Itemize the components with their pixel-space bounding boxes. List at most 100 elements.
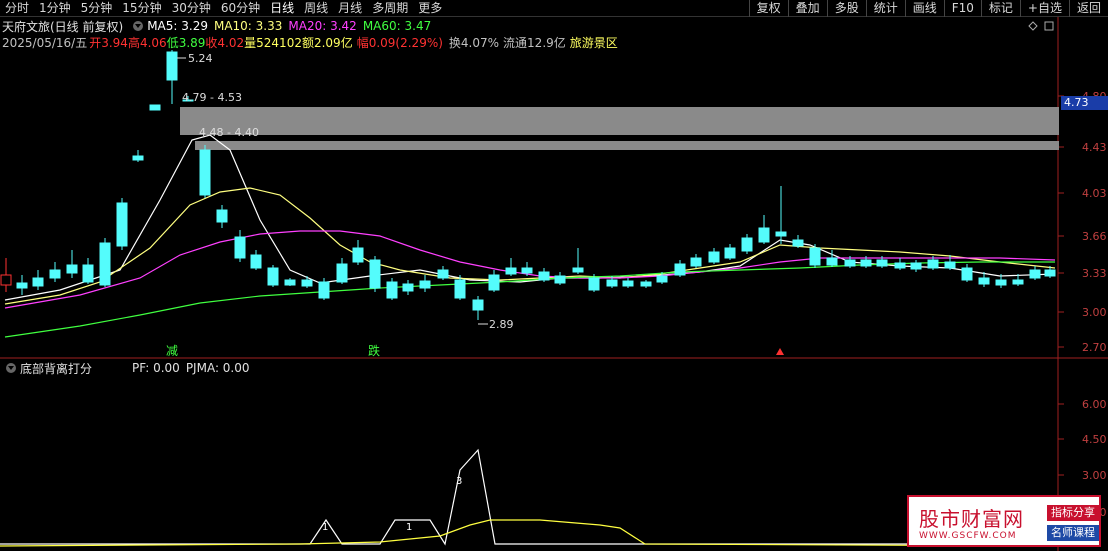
candle-body: [1044, 269, 1056, 277]
zone2-label: 4.48 - 4.40: [199, 126, 259, 139]
signal-mark-2: 跌: [368, 343, 380, 358]
candle-body: [505, 267, 517, 275]
candle-body: [894, 262, 906, 269]
watermark-title: 股市财富网: [919, 507, 1024, 531]
peak-label-2: 1: [406, 522, 412, 533]
signal-mark-1: 减: [166, 344, 178, 358]
candle-body: [216, 209, 228, 223]
upper-axis-label: 3.66: [1082, 230, 1107, 243]
candle-body: [927, 259, 939, 269]
candle-body: [876, 259, 888, 267]
indicator-dropdown-icon[interactable]: [6, 363, 16, 373]
pressure-zone-2: [195, 141, 1059, 150]
watermark-badge-share: 指标分享: [1047, 505, 1099, 521]
candle-body: [844, 259, 856, 267]
candle-body: [99, 242, 111, 286]
candle-body: [690, 257, 702, 267]
candle-body: [284, 279, 296, 286]
candle-body: [419, 280, 431, 289]
candle-body: [16, 282, 28, 289]
candle-body: [961, 267, 973, 281]
candle-body: [318, 281, 330, 299]
candle-body: [944, 261, 956, 269]
candle-body: [826, 257, 838, 266]
ma5-line: [4, 134, 1056, 301]
peak-label-1: 1: [322, 522, 328, 533]
watermark-badge-course: 名师课程: [1047, 525, 1099, 541]
candle-body: [49, 269, 61, 279]
lower-axis-label: 3.00: [1082, 469, 1107, 482]
candle-body: [0, 274, 12, 286]
candle-body: [588, 277, 600, 291]
candle-body: [775, 231, 787, 237]
signal-arrow-up: [776, 348, 784, 355]
candle-body: [149, 104, 161, 111]
candle-body: [521, 267, 533, 274]
candle-body: [234, 236, 246, 259]
candle-body: [132, 155, 144, 161]
candle-body: [758, 227, 770, 243]
ma10-line: [4, 187, 1056, 305]
candle-body: [82, 264, 94, 283]
candle-body: [978, 277, 990, 285]
candle-body: [554, 275, 566, 284]
low-label: 2.89: [489, 318, 514, 331]
candle-body: [860, 259, 872, 267]
candle-body: [369, 259, 381, 289]
watermark-url: WWW.GSCFW.COM: [919, 531, 1017, 541]
pjma-line: [0, 519, 1056, 547]
candle-body: [454, 279, 466, 299]
kline-chart[interactable]: 4.804.434.033.663.333.002.706.004.503.00…: [0, 0, 1108, 551]
candle-body: [250, 254, 262, 269]
high-label: 5.24: [188, 52, 213, 65]
zone1-label: 4.79 - 4.53: [182, 91, 242, 104]
candle-body: [352, 247, 364, 263]
upper-axis-label: 3.33: [1082, 267, 1107, 280]
candle-body: [488, 274, 500, 291]
candle-body: [199, 149, 211, 196]
peak-label-3: 3: [456, 476, 462, 487]
candle-body: [995, 279, 1007, 286]
candle-body: [606, 279, 618, 287]
upper-axis-label: 2.70: [1082, 341, 1107, 354]
indicator-name: 底部背离打分: [20, 361, 93, 376]
candle-body: [166, 51, 178, 81]
lower-axis-label: 4.50: [1082, 433, 1107, 446]
candle-body: [656, 275, 668, 283]
pressure-zone-1: [180, 107, 1059, 135]
candle-body: [792, 239, 804, 247]
candle-body: [572, 267, 584, 273]
candle-body: [267, 267, 279, 286]
candle-body: [116, 202, 128, 247]
candle-body: [336, 263, 348, 283]
upper-axis-label: 3.00: [1082, 306, 1107, 319]
candle-body: [1012, 279, 1024, 285]
watermark-logo: 股市财富网 WWW.GSCFW.COM 指标分享 名师课程: [907, 495, 1101, 547]
candle-body: [1029, 269, 1041, 279]
candle-body: [386, 281, 398, 299]
maximize-icon: [1044, 21, 1054, 31]
current-price-tag: 4.73: [1061, 96, 1108, 110]
lower-axis-label: 6.00: [1082, 398, 1107, 411]
candle-body: [402, 283, 414, 292]
candle-body: [622, 280, 634, 287]
candle-body: [708, 251, 720, 263]
indicator-legend: 底部背离打分 PF: 0.00 PJMA: 0.00: [2, 360, 250, 376]
indicator-pf: PF: 0.00: [132, 361, 180, 375]
score-line: [0, 448, 1055, 546]
diamond-icon: [1028, 21, 1038, 31]
candle-body: [809, 247, 821, 266]
candle-body: [32, 277, 44, 287]
candle-body: [674, 263, 686, 276]
indicator-pjma: PJMA: 0.00: [185, 361, 250, 375]
candle-body: [472, 299, 484, 311]
candle-body: [66, 264, 78, 274]
candle-body: [724, 247, 736, 259]
candle-body: [437, 269, 449, 279]
upper-axis-label: 4.03: [1082, 187, 1107, 200]
upper-axis-label: 4.43: [1082, 141, 1107, 154]
candle-body: [741, 237, 753, 252]
candle-body: [301, 279, 313, 287]
candle-body: [640, 281, 652, 287]
candle-body: [538, 271, 550, 281]
